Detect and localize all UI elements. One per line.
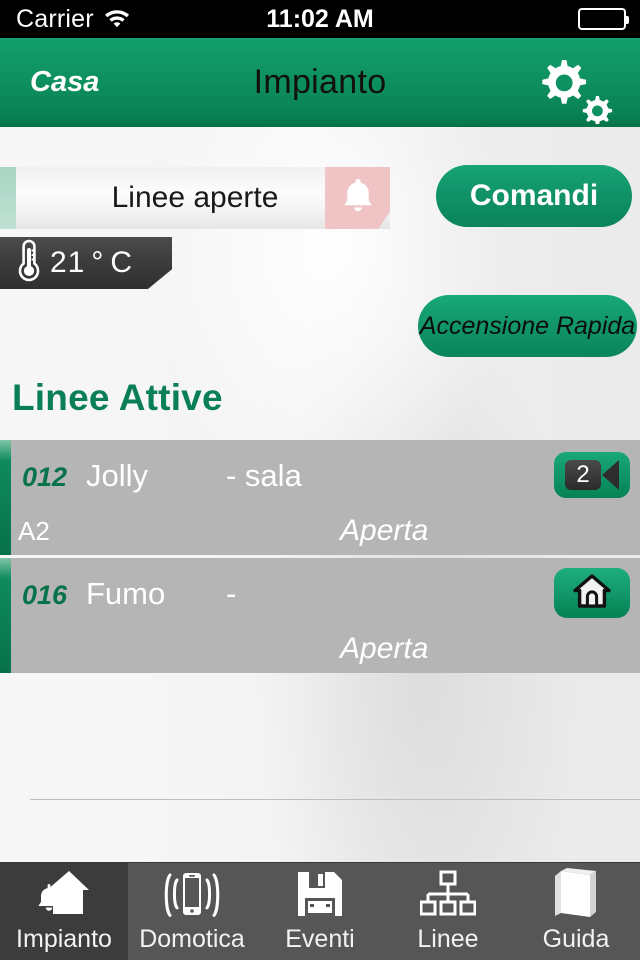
line-id: 016 bbox=[22, 580, 68, 610]
line-id: 012 bbox=[22, 462, 68, 492]
main-content: Linee aperte 21 ° C Comandi Accensione R… bbox=[0, 127, 640, 862]
video-camera-icon: 2 bbox=[565, 460, 601, 490]
home-badge-button[interactable] bbox=[554, 568, 630, 618]
tab-label: Linee bbox=[417, 925, 479, 953]
gears-icon bbox=[526, 60, 618, 128]
tab-domotica[interactable]: Domotica bbox=[128, 863, 256, 960]
house-bell-icon bbox=[31, 866, 97, 922]
line-name: Jolly bbox=[86, 458, 149, 493]
row-accent-bar bbox=[0, 558, 11, 673]
tab-label: Domotica bbox=[139, 925, 245, 953]
settings-button[interactable] bbox=[526, 56, 618, 129]
home-icon bbox=[571, 573, 613, 614]
tab-label: Eventi bbox=[285, 925, 355, 953]
tab-impianto[interactable]: Impianto bbox=[0, 863, 128, 960]
system-status-label: Linee aperte bbox=[111, 181, 279, 214]
temperature-chip: 21 ° C bbox=[0, 237, 172, 289]
tab-linee[interactable]: Linee bbox=[384, 863, 512, 960]
clock-label: 11:02 AM bbox=[266, 4, 374, 33]
alert-indicator[interactable] bbox=[325, 167, 390, 229]
degree-symbol: ° bbox=[91, 246, 105, 279]
line-state: Aperta bbox=[340, 514, 429, 547]
navigation-bar: Casa Impianto bbox=[0, 38, 640, 127]
line-sub-label: A2 bbox=[18, 516, 50, 546]
list-bottom-divider bbox=[30, 799, 640, 800]
commands-button[interactable]: Comandi bbox=[436, 165, 632, 227]
row-primary-line: 012 Jolly - sala bbox=[22, 458, 302, 494]
camera-lens-shape bbox=[602, 460, 619, 490]
thermometer-icon bbox=[14, 239, 44, 288]
app-screen: Carrier 11:02 AM Casa Impianto Linee ape… bbox=[0, 0, 640, 960]
tab-eventi[interactable]: Eventi bbox=[256, 863, 384, 960]
section-title: Linee Attive bbox=[12, 377, 223, 418]
line-name: Fumo bbox=[86, 576, 166, 611]
line-zone: - sala bbox=[226, 458, 302, 493]
tab-label: Guida bbox=[542, 925, 610, 953]
line-zone: - bbox=[226, 576, 237, 611]
row-primary-line: 016 Fumo - bbox=[22, 576, 236, 612]
line-state: Aperta bbox=[340, 632, 429, 665]
tab-label: Impianto bbox=[16, 925, 112, 953]
org-chart-icon bbox=[420, 866, 476, 922]
smartphone-signal-icon bbox=[158, 866, 226, 922]
ios-status-bar: Carrier 11:02 AM bbox=[0, 0, 640, 38]
active-lines-list: 012 Jolly - sala A2 Aperta 2 016 Fumo - bbox=[0, 440, 640, 676]
strip-accent-bar bbox=[0, 167, 16, 229]
camera-badge-button[interactable]: 2 bbox=[554, 452, 630, 498]
tab-bar: Impianto Domotica Eventi Linee Guida bbox=[0, 862, 640, 960]
row-accent-bar bbox=[0, 440, 11, 555]
book-icon bbox=[552, 866, 600, 922]
table-row[interactable]: 016 Fumo - Aperta bbox=[0, 558, 640, 673]
table-row[interactable]: 012 Jolly - sala A2 Aperta 2 bbox=[0, 440, 640, 555]
quick-arm-button[interactable]: Accensione Rapida bbox=[418, 295, 637, 357]
tab-guida[interactable]: Guida bbox=[512, 863, 640, 960]
floppy-disk-icon bbox=[294, 866, 346, 922]
temperature-value: 21 bbox=[50, 246, 86, 279]
status-bar-right bbox=[578, 8, 629, 30]
bell-icon bbox=[341, 177, 375, 220]
temperature-unit: C bbox=[110, 246, 134, 279]
battery-full-icon bbox=[578, 8, 629, 30]
